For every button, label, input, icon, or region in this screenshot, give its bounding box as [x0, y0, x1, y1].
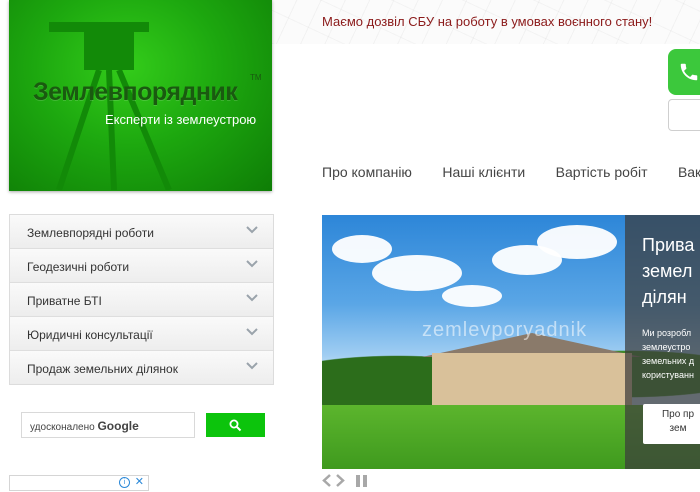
menu-item-label: Продаж земельних ділянок — [27, 362, 178, 376]
house-image — [432, 353, 632, 411]
info-icon[interactable]: i — [119, 477, 130, 488]
nav-about[interactable]: Про компанію — [322, 164, 412, 180]
cloud-shape — [332, 235, 392, 263]
chevron-down-icon — [246, 362, 258, 370]
pause-icon[interactable] — [356, 475, 360, 487]
prev-arrow-icon[interactable] — [322, 474, 331, 487]
top-navigation: Про компанію Наші клієнти Вартість робіт… — [322, 164, 700, 182]
menu-item-geodesy[interactable]: Геодезичні роботи — [10, 249, 273, 283]
caption-more-button[interactable]: Про пр зем — [643, 404, 700, 444]
menu-item-label: Геодезичні роботи — [27, 260, 130, 274]
caption-button-line: зем — [669, 423, 687, 434]
caption-text-line: користуванн — [642, 370, 694, 380]
logo-title: Землевпорядник — [33, 78, 238, 106]
chevron-down-icon — [246, 294, 258, 302]
logo-trademark: TM — [250, 73, 262, 82]
search-placeholder: удосконалено Google — [30, 419, 139, 433]
caption-title-line: Прива — [642, 235, 695, 255]
phone-button[interactable] — [668, 49, 700, 95]
slider-controls — [322, 474, 372, 492]
caption-text-line: землеустро — [642, 342, 691, 352]
caption-text-line: Ми розробл — [642, 328, 692, 338]
menu-item-land-sale[interactable]: Продаж земельних ділянок — [10, 351, 273, 384]
image-watermark: zemlevporyadnik — [422, 319, 588, 341]
caption-title-line: ділян — [642, 287, 687, 307]
menu-item-legal[interactable]: Юридичні консультації — [10, 317, 273, 351]
cloud-shape — [372, 255, 462, 291]
nav-vacancies[interactable]: Вака — [678, 164, 700, 180]
cloud-shape — [537, 225, 617, 259]
nav-prices[interactable]: Вартість робіт — [556, 164, 648, 180]
menu-item-land-management[interactable]: Землевпорядні роботи — [10, 215, 273, 249]
search-placeholder-prefix: удосконалено — [30, 422, 95, 433]
menu-item-private-bti[interactable]: Приватне БТІ — [10, 283, 273, 317]
chevron-down-icon — [246, 226, 258, 234]
services-menu: Землевпорядні роботи Геодезичні роботи П… — [9, 214, 274, 385]
next-arrow-icon[interactable] — [336, 474, 345, 487]
close-icon[interactable]: ✕ — [135, 475, 144, 488]
caption-title-line: земел — [642, 261, 693, 281]
search-button[interactable] — [206, 413, 265, 437]
menu-item-label: Приватне БТІ — [27, 294, 102, 308]
chevron-down-icon — [246, 328, 258, 336]
ad-banner[interactable]: i ✕ — [9, 475, 149, 491]
cloud-shape — [442, 285, 502, 307]
wartime-notice: Маємо дозвіл СБУ на роботу в умовах воєн… — [322, 14, 653, 29]
phone-icon — [680, 63, 698, 81]
slider-caption: Прива земел ділян Ми розробл землеустро … — [625, 215, 700, 469]
search-placeholder-brand: Google — [97, 419, 139, 433]
menu-item-label: Землевпорядні роботи — [27, 226, 154, 240]
caption-button-line: Про пр — [661, 409, 695, 420]
header-input-box[interactable] — [668, 99, 700, 131]
chevron-down-icon — [246, 260, 258, 268]
nav-clients[interactable]: Наші клієнти — [442, 164, 525, 180]
logo-subtitle: Експерти із землеустрою — [105, 112, 257, 127]
menu-item-label: Юридичні консультації — [27, 328, 153, 342]
search-input[interactable]: удосконалено Google — [21, 412, 195, 438]
search-icon — [229, 419, 242, 432]
site-logo[interactable]: Землевпорядник TM Експерти із землеустро… — [9, 0, 272, 191]
pause-icon-bar — [363, 475, 367, 487]
caption-text-line: земельних д — [642, 356, 695, 366]
